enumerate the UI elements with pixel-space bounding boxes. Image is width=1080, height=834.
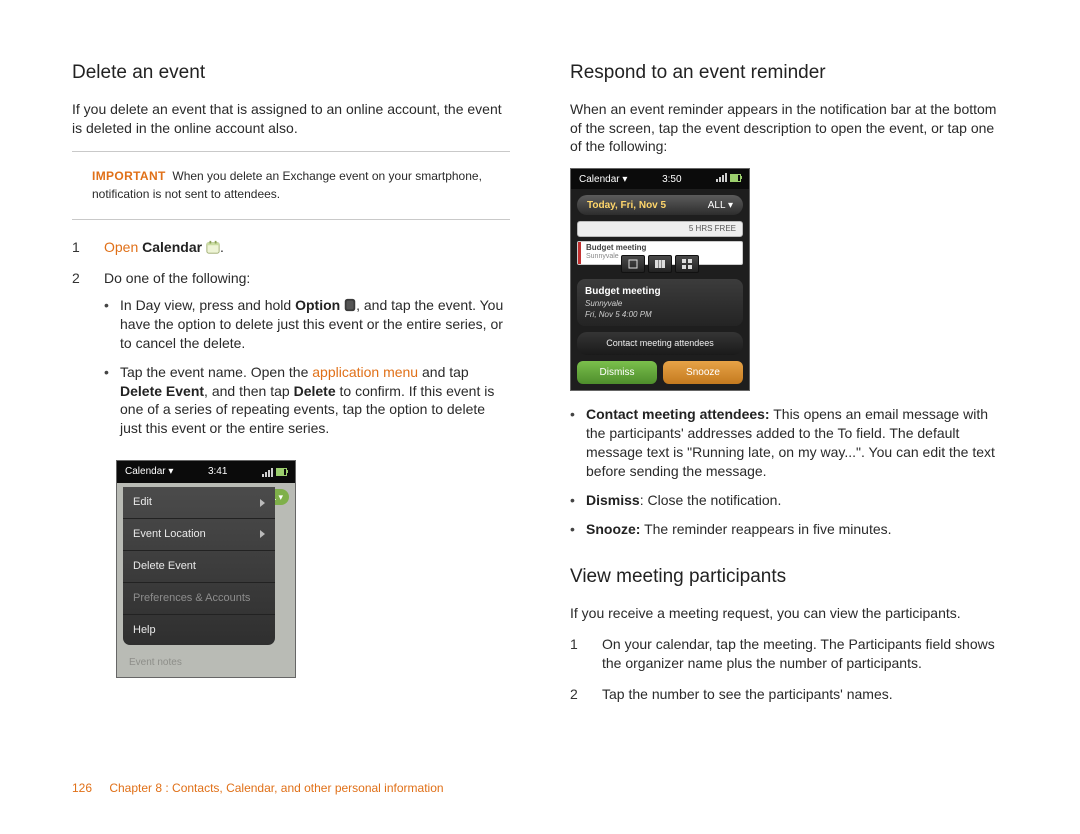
view-switch[interactable] — [577, 255, 743, 273]
menu-delete-event[interactable]: Delete Event — [123, 551, 275, 583]
option-key-icon — [344, 298, 356, 312]
date-pill[interactable]: Today, Fri, Nov 5 ALL ▾ — [577, 195, 743, 215]
participants-step-2: Tap the number to see the participants' … — [602, 685, 1008, 704]
context-menu: Edit Event Location Delete Event Prefere… — [123, 487, 275, 645]
step-2-text: Do one of the following: — [104, 270, 250, 286]
page-footer: 126 Chapter 8 : Contacts, Calendar, and … — [72, 780, 444, 796]
step-2: Do one of the following: In Day view, pr… — [104, 269, 510, 448]
respond-intro: When an event reminder appears in the no… — [570, 100, 1008, 157]
status-icons — [716, 173, 741, 187]
heading-view-participants: View meeting participants — [570, 564, 1008, 590]
menu-event-location[interactable]: Event Location — [123, 519, 275, 551]
participants-step-1: On your calendar, tap the meeting. The P… — [602, 635, 1008, 673]
contact-attendees-button[interactable]: Contact meeting attendees — [577, 332, 743, 354]
step-number: 1 — [72, 238, 82, 257]
open-link[interactable]: Open — [104, 239, 142, 255]
reminder-card[interactable]: Budget meeting Sunnyvale Fri, Nov 5 4:00… — [577, 279, 743, 326]
application-menu-link[interactable]: application menu — [312, 364, 418, 380]
chapter-breadcrumb: Chapter 8 : Contacts, Calendar, and othe… — [109, 781, 443, 795]
chevron-right-icon — [260, 499, 265, 507]
reminder-time: Fri, Nov 5 4:00 PM — [585, 310, 735, 321]
calendar-link[interactable]: Calendar — [142, 239, 202, 255]
filter-all: ALL ▾ — [708, 199, 733, 213]
screenshot-context-menu: Calendar ▾ 3:41 UL ▾ Edit Event Location… — [116, 460, 296, 678]
month-view-icon[interactable] — [675, 255, 699, 273]
heading-respond-reminder: Respond to an event reminder — [570, 60, 1008, 86]
step-1: Open Calendar . — [104, 238, 510, 257]
step-number: 1 — [570, 635, 580, 673]
menu-prefs[interactable]: Preferences & Accounts — [123, 583, 275, 615]
week-view-icon[interactable] — [648, 255, 672, 273]
left-column: Delete an event If you delete an event t… — [72, 60, 510, 716]
chevron-right-icon — [260, 530, 265, 538]
shot2-app-title: Calendar ▾ — [579, 173, 627, 187]
shot1-time: 3:41 — [208, 465, 227, 479]
bullet-dismiss: Dismiss: Close the notification. — [570, 491, 1008, 510]
dismiss-button[interactable]: Dismiss — [577, 361, 657, 385]
snooze-button[interactable]: Snooze — [663, 361, 743, 385]
menu-help[interactable]: Help — [123, 615, 275, 646]
bullet-snooze: Snooze: The reminder reappears in five m… — [570, 520, 1008, 539]
calendar-icon — [206, 240, 220, 254]
step-number: 2 — [72, 269, 82, 448]
free-hours-badge: 5 HRS FREE — [577, 221, 743, 237]
menu-edit[interactable]: Edit — [123, 487, 275, 519]
date-label: Today, Fri, Nov 5 — [587, 199, 666, 213]
important-note: IMPORTANT When you delete an Exchange ev… — [72, 151, 510, 220]
page-number: 126 — [72, 780, 106, 796]
status-icons — [262, 468, 287, 477]
day-view-icon[interactable] — [621, 255, 645, 273]
bullet-day-view: In Day view, press and hold Option , and… — [104, 296, 510, 353]
heading-delete-event: Delete an event — [72, 60, 510, 86]
bullet-tap-event: Tap the event name. Open the application… — [104, 363, 510, 439]
reminder-title: Budget meeting — [585, 285, 735, 299]
right-column: Respond to an event reminder When an eve… — [570, 60, 1008, 716]
participants-intro: If you receive a meeting request, you ca… — [570, 604, 1008, 623]
delete-intro: If you delete an event that is assigned … — [72, 100, 510, 138]
shot1-app-title: Calendar ▾ — [125, 465, 173, 479]
battery-icon — [730, 174, 741, 182]
step-number: 2 — [570, 685, 580, 704]
bullet-contact-attendees: Contact meeting attendees: This opens an… — [570, 405, 1008, 481]
period: . — [220, 239, 224, 255]
shot1-placeholder: Event notes — [129, 656, 182, 670]
battery-icon — [276, 468, 287, 476]
reminder-loc: Sunnyvale — [585, 299, 735, 310]
shot2-time: 3:50 — [662, 173, 681, 187]
important-label: IMPORTANT — [92, 169, 166, 183]
screenshot-reminder: Calendar ▾ 3:50 Today, Fri, Nov 5 ALL ▾ … — [570, 168, 750, 391]
